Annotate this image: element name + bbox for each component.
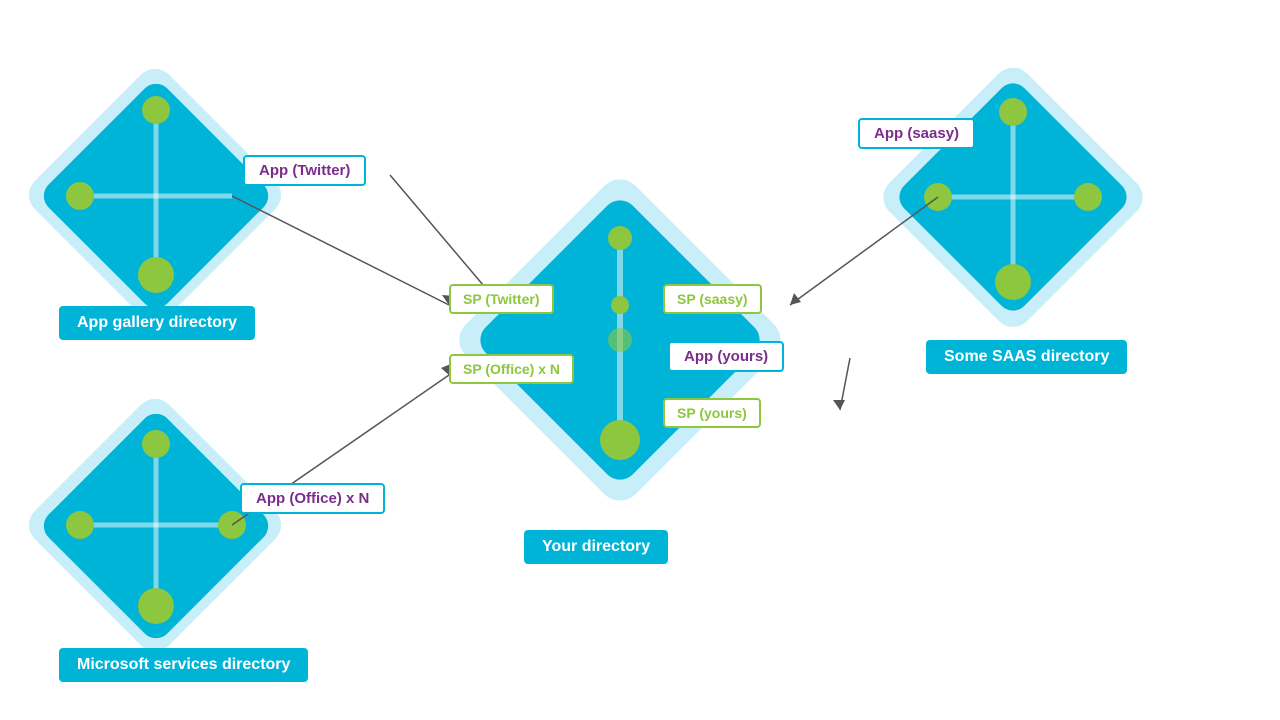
connector-gallery-to-twitter	[232, 196, 449, 305]
app-gallery-label: App gallery directory	[59, 306, 255, 340]
some-saas-diamond	[875, 59, 1151, 335]
app-twitter-label: App (Twitter)	[243, 155, 366, 186]
sp-yours-label: SP (yours)	[663, 398, 761, 428]
sp-twitter-dot	[611, 296, 629, 314]
microsoft-services-label: Microsoft services directory	[59, 648, 308, 682]
app-saasy-label: App (saasy)	[858, 118, 975, 149]
some-saas-label: Some SAAS directory	[926, 340, 1127, 374]
sp-twitter-label: SP (Twitter)	[449, 284, 554, 314]
microsoft-services-diamond	[21, 391, 290, 660]
app-office-label: App (Office) x N	[240, 483, 385, 514]
your-directory-label: Your directory	[524, 530, 668, 564]
app-yours-label: App (yours)	[668, 341, 784, 372]
sp-office-label: SP (Office) x N	[449, 354, 574, 384]
your-directory-diamond	[450, 170, 789, 509]
connector-saas-to-sp-saasy	[790, 197, 938, 305]
app-gallery-diamond	[21, 61, 290, 330]
sp-saasy-label: SP (saasy)	[663, 284, 762, 314]
connector-yours-arrow	[840, 358, 850, 410]
